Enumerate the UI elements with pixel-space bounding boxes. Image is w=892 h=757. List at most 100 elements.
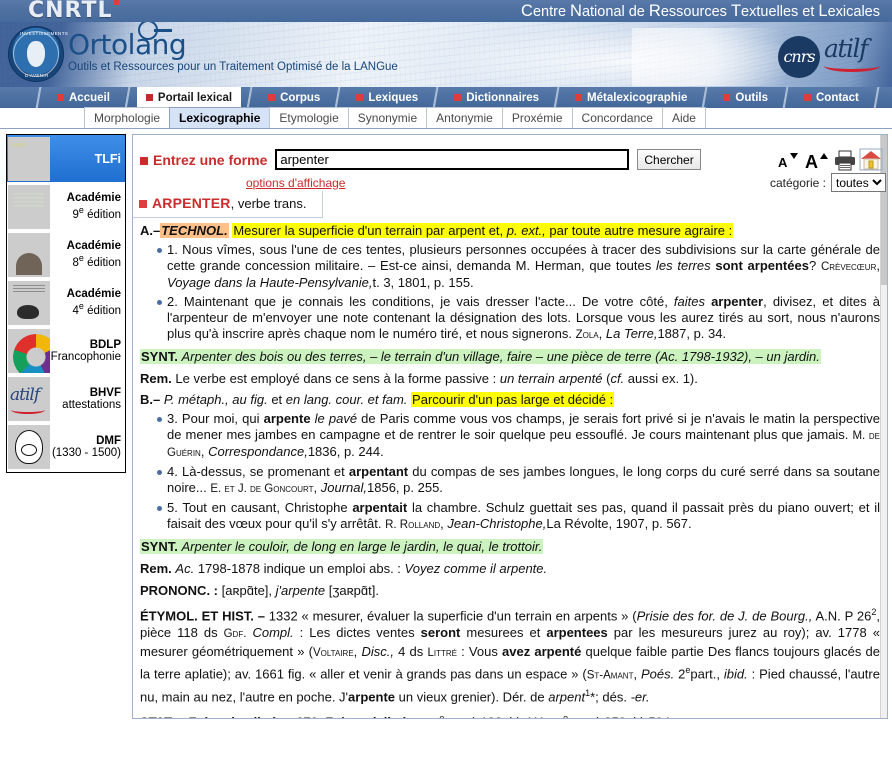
bullet-square-icon xyxy=(268,94,276,101)
nav-item-outils[interactable]: Outils xyxy=(714,87,777,108)
brand-title: Centre National de Ressources Textuelles… xyxy=(521,2,880,20)
tab-synonymie[interactable]: Synonymie xyxy=(347,107,428,128)
tab-antonymie[interactable]: Antonymie xyxy=(426,107,503,128)
example-work: Correspondance, xyxy=(208,444,308,459)
section-letter: B.– xyxy=(140,392,161,407)
example-bullet-icon xyxy=(157,248,162,253)
atilf-logo-icon[interactable]: atilf xyxy=(824,34,884,76)
statistics: STAT. – Fréq. abs. littér. : 270. Fréq. … xyxy=(140,710,880,718)
cnrtl-logo[interactable]: CNRTL xyxy=(28,0,119,22)
article-scrollbar[interactable] xyxy=(880,135,887,718)
bullet-square-icon xyxy=(575,94,583,101)
nav-item-portail-lexical[interactable]: Portail lexical xyxy=(136,87,242,108)
sidebar-item-label: Académie xyxy=(66,192,121,205)
sidebar-item-academie-4[interactable]: Académie 4e édition xyxy=(7,279,125,327)
category-filter: catégorie : toutes xyxy=(770,173,886,192)
sidebar-item-label: BDLP xyxy=(89,338,121,351)
synt-label: SYNT. xyxy=(141,349,178,364)
tab-morphologie[interactable]: Morphologie xyxy=(84,107,171,128)
bullet-square-icon xyxy=(803,94,811,101)
ortolang-logo[interactable]: Ortolang Outils et Ressources pour un Tr… xyxy=(68,22,398,73)
rem-label: Rem. xyxy=(140,371,172,386)
sidebar-item-sublabel: 9e édition xyxy=(72,205,121,221)
example-4: 4. Là-dessus, se promenant et arpentant … xyxy=(140,464,880,497)
search-button[interactable]: Chercher xyxy=(637,149,701,170)
svg-text:A: A xyxy=(805,152,818,171)
nav-item-accueil[interactable]: Accueil xyxy=(48,87,119,108)
example-reference: 1836, p. 244. xyxy=(307,444,384,459)
sidebar-item-sublabel: (1330 - 1500) xyxy=(51,446,121,459)
nav-label: Portail lexical xyxy=(157,91,233,104)
section-b-synonyms: SYNT. Arpenter le couloir, de long en la… xyxy=(140,538,880,555)
category-select[interactable]: toutes xyxy=(831,173,886,192)
synt-text: Arpenter le couloir, de long en large le… xyxy=(181,539,543,554)
search-label-text: Entrez une forme xyxy=(153,151,268,168)
nav-separator xyxy=(427,87,446,108)
example-number: 1. xyxy=(167,242,178,257)
sidebar-item-academie-9[interactable]: Académie 9e édition xyxy=(7,183,125,231)
nav-separator xyxy=(548,87,567,108)
tab-etymologie[interactable]: Etymologie xyxy=(269,107,349,128)
nav-label: Contact xyxy=(815,91,859,104)
sidebar-item-bdlp[interactable]: BDLP Francophonie xyxy=(7,327,125,375)
nav-item-metalexicographie[interactable]: Métalexicographie xyxy=(566,87,696,108)
category-label: catégorie : xyxy=(769,175,826,190)
display-options-link[interactable]: options d'affichage xyxy=(246,176,345,190)
print-icon[interactable] xyxy=(834,149,856,176)
nav-separator xyxy=(118,87,137,108)
ortolang-name: Ortolang xyxy=(68,28,187,61)
atilf-logo-icon: atilf xyxy=(8,376,50,421)
academie8-institut-icon xyxy=(8,232,50,277)
example-2: 2. Maintenant que je connais les conditi… xyxy=(140,294,880,343)
sidebar-item-label: TLFi xyxy=(94,151,121,166)
nav-item-dictionnaires[interactable]: Dictionnaires xyxy=(445,87,548,108)
nav-item-contact[interactable]: Contact xyxy=(795,87,868,108)
section-b-definition: B.– P. métaph., au fig. et en lang. cour… xyxy=(140,392,615,407)
sidebar-item-bhvf[interactable]: atilf BHVF attestations xyxy=(7,375,125,423)
example-number: 5. xyxy=(167,500,178,515)
dmf-face-icon xyxy=(8,424,50,469)
sidebar-item-label: Académie xyxy=(66,288,121,301)
home-icon[interactable] xyxy=(859,148,883,176)
page-body: TLFi Académie 9e édition Académie 8e édi… xyxy=(0,129,892,721)
domain-label: TECHNOL. xyxy=(160,223,229,238)
decrease-font-icon[interactable]: A xyxy=(778,149,802,176)
page-title: ARPENTER xyxy=(152,195,231,211)
options-row: options d'affichage catégorie : toutes xyxy=(246,173,886,192)
bullet-square-icon xyxy=(140,156,148,165)
example-author: R. Rolland xyxy=(385,519,441,531)
sidebar-item-label: Académie xyxy=(66,240,121,253)
search-input[interactable] xyxy=(275,149,630,170)
cnrs-logo-text: cnrs xyxy=(783,47,815,66)
tab-lexicographie[interactable]: Lexicographie xyxy=(169,107,271,128)
etymology: ÉTYMOL. ET HIST. – 1332 « mesurer, évalu… xyxy=(140,607,880,704)
increase-font-icon[interactable]: A xyxy=(805,149,831,176)
example-number: 3. xyxy=(167,411,178,426)
tab-concordance[interactable]: Concordance xyxy=(571,107,663,128)
example-reference: t. 3, 1801, p. 155. xyxy=(372,275,474,290)
sidebar-item-tlfi[interactable]: TLFi xyxy=(7,135,125,183)
nav-item-corpus[interactable]: Corpus xyxy=(259,87,329,108)
cnrs-logo-icon[interactable]: cnrs xyxy=(778,36,820,78)
synt-label: SYNT. xyxy=(141,539,178,554)
nav-separator xyxy=(241,87,260,108)
example-reference: 1887, p. 34. xyxy=(657,326,727,341)
sidebar-item-dmf[interactable]: DMF (1330 - 1500) xyxy=(7,423,125,471)
nav-separator xyxy=(867,87,886,108)
nav-item-lexiques[interactable]: Lexiques xyxy=(347,87,427,108)
tab-aide[interactable]: Aide xyxy=(661,107,706,128)
nav-label: Accueil xyxy=(69,91,110,104)
freq-abs-value: 270. xyxy=(296,714,321,718)
seal-top-text: INVESTISSEMENTS xyxy=(20,31,69,36)
nav-label: Dictionnaires xyxy=(466,91,540,104)
bullet-square-icon xyxy=(145,94,153,101)
example-reference: La Révolte, 1907, p. 567. xyxy=(546,516,692,531)
stat-label: STAT. – xyxy=(140,714,185,718)
pronunciation-label: PRONONC. : xyxy=(140,583,218,598)
sidebar-item-academie-8[interactable]: Académie 8e édition xyxy=(7,231,125,279)
sidebar-item-label: DMF xyxy=(96,434,121,447)
bullet-square-icon xyxy=(454,94,462,101)
site-banner: INVESTISSEMENTS D'AVENIR Ortolang Outils… xyxy=(0,22,892,87)
example-bullet-icon xyxy=(157,470,162,475)
tab-proxemie[interactable]: Proxémie xyxy=(501,107,573,128)
